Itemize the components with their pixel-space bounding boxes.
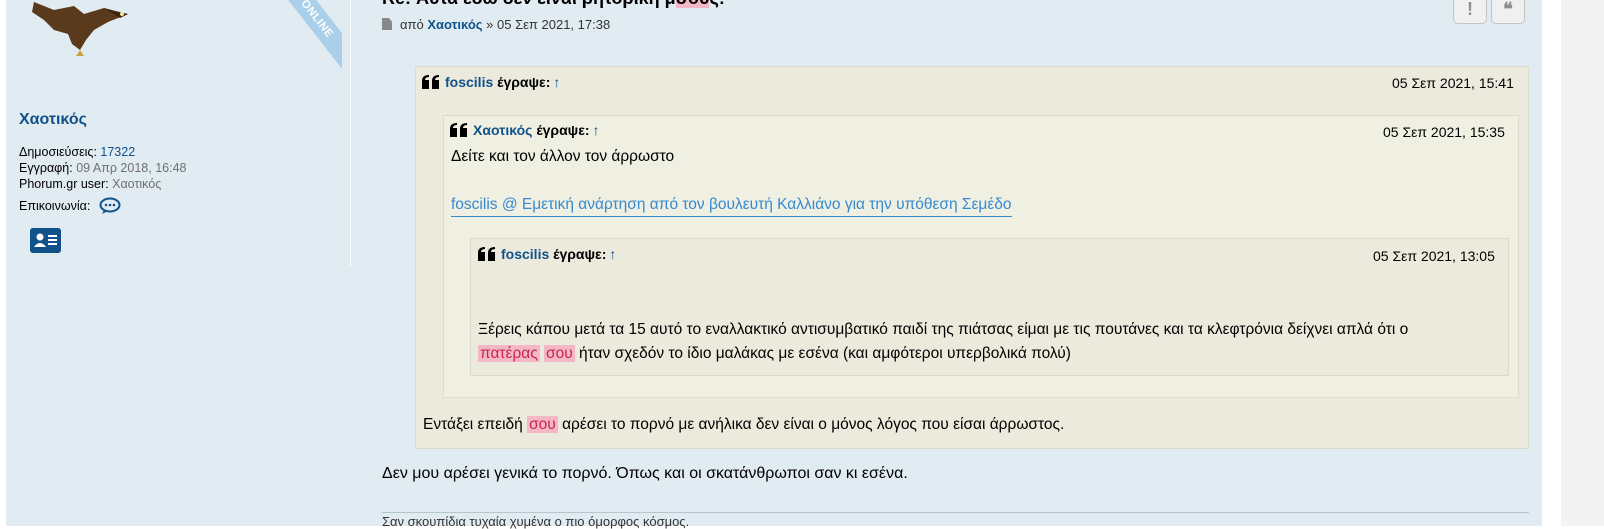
post-datetime: 05 Σεπ 2021, 17:38 bbox=[497, 17, 611, 32]
highlight-word: πατέρας bbox=[478, 345, 540, 362]
profile-phorum: Phorum.gr user: Χαοτικός bbox=[19, 177, 161, 191]
quote3-date: 05 Σεπ 2021, 13:05 bbox=[1373, 248, 1495, 264]
quote2-jump-link[interactable]: ↑ bbox=[593, 122, 600, 138]
quote3-jump-link[interactable]: ↑ bbox=[609, 246, 616, 262]
quote-icon bbox=[478, 247, 495, 261]
quote3-text-line1: Ξέρεις κάπου μετά τα 15 αυτό το εναλλακτ… bbox=[478, 321, 1409, 338]
profile-posts: Δημοσιεύσεις: 17322 bbox=[19, 145, 135, 159]
highlight-word: σου bbox=[527, 416, 558, 433]
phorum-label: Phorum.gr user: bbox=[19, 177, 109, 191]
profile-contact: Επικοινωνία: bbox=[19, 199, 90, 213]
signature-divider bbox=[382, 512, 1529, 513]
phorum-value: Χαοτικός bbox=[112, 177, 162, 191]
profile-joined: Εγγραφή: 09 Απρ 2018, 16:48 bbox=[19, 161, 186, 175]
quote1-header: foscilis έγραψε: ↑ bbox=[422, 74, 560, 90]
quote3-header: foscilis έγραψε: ↑ bbox=[478, 246, 616, 262]
signature-text: Σαν σκουπίδια τυχαία χυμένα ο πιο όμορφο… bbox=[382, 514, 690, 529]
quote1-date: 05 Σεπ 2021, 15:41 bbox=[1392, 75, 1514, 91]
online-ribbon: ONLINE bbox=[262, 0, 342, 68]
page-scroll-gutter bbox=[1561, 0, 1604, 526]
report-button[interactable]: ! bbox=[1453, 0, 1487, 24]
post-body-text: Δεν μου αρέσει γενικά το πορνό. Όπως και… bbox=[382, 465, 908, 482]
quote3-text-line2: πατέρας σου ήταν σχεδόν το ίδιο μαλάκας … bbox=[478, 345, 1071, 362]
quote2-text: Δείτε και τον άλλον τον άρρωστο bbox=[451, 148, 675, 165]
quote1-author-link[interactable]: foscilis bbox=[445, 74, 493, 90]
post-title[interactable]: Re: Αυτά εδώ δεν είναι ρητορική μσους! bbox=[382, 0, 725, 9]
quote-button[interactable]: ❝ bbox=[1491, 0, 1525, 24]
profile-card-icon[interactable] bbox=[30, 228, 61, 253]
quote-icon bbox=[422, 75, 439, 89]
avatar bbox=[32, 2, 128, 56]
highlight-word: σου bbox=[544, 345, 575, 362]
quote1-text: Εντάξει επειδή σου αρέσει το πορνό με αν… bbox=[423, 416, 1065, 433]
quote2-author-link[interactable]: Χαοτικός bbox=[473, 122, 532, 138]
online-label: ONLINE bbox=[268, 0, 342, 68]
quote2-header: Χαοτικός έγραψε: ↑ bbox=[450, 122, 600, 138]
joined-value: 09 Απρ 2018, 16:48 bbox=[76, 161, 187, 175]
quote-icon bbox=[450, 123, 467, 137]
posts-label: Δημοσιεύσεις: bbox=[19, 145, 97, 159]
contact-label: Επικοινωνία: bbox=[19, 199, 91, 213]
quote1-jump-link[interactable]: ↑ bbox=[553, 74, 560, 90]
post-author-link[interactable]: Χαοτικός bbox=[427, 17, 482, 32]
quote2-link[interactable]: foscilis @ Εμετική ανάρτηση από τον βουλ… bbox=[451, 194, 1012, 217]
posts-count-link[interactable]: 17322 bbox=[100, 145, 135, 159]
profile-divider bbox=[350, 0, 351, 266]
quote2-date: 05 Σεπ 2021, 15:35 bbox=[1383, 124, 1505, 140]
contact-chat-icon[interactable] bbox=[99, 197, 121, 215]
joined-label: Εγγραφή: bbox=[19, 161, 73, 175]
quote3-author-link[interactable]: foscilis bbox=[501, 246, 549, 262]
profile-username[interactable]: Χαοτικός bbox=[19, 111, 87, 129]
post-meta: από Χαοτικός » 05 Σεπ 2021, 17:38 bbox=[382, 17, 610, 32]
post-file-icon bbox=[382, 18, 392, 30]
